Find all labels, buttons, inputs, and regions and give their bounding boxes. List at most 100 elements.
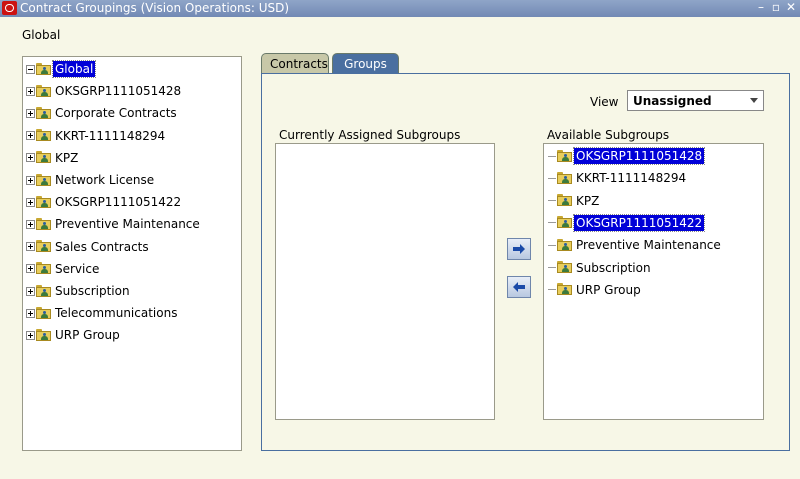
view-label: View — [590, 95, 619, 109]
expand-icon[interactable] — [26, 86, 35, 96]
tree-line — [548, 267, 556, 268]
tree-node[interactable]: Network License — [26, 170, 156, 190]
available-subgroups-list[interactable]: OKSGRP1111051428 KKRT-1111148294 KPZ OKSGRP… — [543, 143, 764, 420]
window-title: Contract Groupings (Vision Operations: U… — [20, 1, 290, 15]
oracle-logo-icon — [2, 1, 17, 15]
expand-icon[interactable] — [26, 175, 35, 185]
tree-node[interactable]: Subscription — [26, 281, 132, 301]
group-folder-icon — [557, 216, 572, 229]
unassign-button[interactable] — [507, 276, 531, 298]
expand-icon[interactable] — [26, 219, 35, 229]
collapse-icon[interactable] — [26, 64, 35, 74]
tree-node-label: Network License — [55, 173, 155, 187]
tab-label: Contracts — [270, 57, 328, 71]
group-folder-icon — [557, 238, 572, 252]
tree-line — [548, 155, 556, 157]
group-folder-icon — [36, 306, 51, 320]
list-item[interactable]: KKRT-1111148294 — [548, 168, 688, 188]
tree-line — [548, 177, 556, 179]
tab-label: Groups — [344, 57, 387, 71]
group-folder-icon — [36, 262, 51, 275]
group-folder-icon — [36, 84, 51, 98]
group-folder-icon — [557, 171, 572, 185]
list-item[interactable]: URP Group — [548, 280, 643, 300]
tree-node[interactable]: Telecommunications — [26, 303, 179, 323]
list-item[interactable]: KPZ — [548, 191, 601, 211]
list-item[interactable]: OKSGRP1111051428 — [548, 146, 706, 166]
list-item-label: KPZ — [576, 193, 600, 208]
tree-line — [548, 222, 556, 224]
tree-line — [548, 200, 556, 202]
title-bar: Contract Groupings (Vision Operations: U… — [0, 0, 800, 17]
tree-node-label: KKRT-1111148294 — [55, 128, 166, 143]
tree-node[interactable]: KKRT-1111148294 — [26, 126, 167, 146]
groupings-tree[interactable]: Global OKSGRP1111051428 Corporate Contract… — [22, 56, 242, 451]
list-item-label: OKSGRP1111051428 — [572, 147, 706, 165]
tree-node[interactable]: URP Group — [26, 325, 122, 345]
expand-icon[interactable] — [26, 153, 35, 163]
expand-icon[interactable] — [26, 286, 35, 296]
context-label: Global — [22, 28, 61, 42]
expand-icon[interactable] — [26, 197, 35, 207]
view-select[interactable]: Unassigned — [627, 90, 764, 111]
minimize-icon[interactable]: – — [755, 0, 767, 14]
tree-node-label: Preventive Maintenance — [55, 217, 200, 232]
group-folder-icon — [36, 195, 51, 209]
tree-node[interactable]: Service — [26, 259, 101, 279]
group-folder-icon — [36, 173, 51, 187]
arrow-right-icon — [513, 244, 525, 254]
maximize-icon[interactable]: ▫ — [770, 0, 782, 14]
group-folder-icon — [557, 149, 572, 163]
list-item-label: Subscription — [576, 260, 651, 275]
tree-node[interactable]: KPZ — [26, 148, 80, 168]
arrow-left-icon — [513, 282, 525, 292]
expand-icon[interactable] — [26, 264, 35, 274]
tab-contracts[interactable]: Contracts — [261, 53, 329, 74]
available-subgroups-label: Available Subgroups — [547, 128, 670, 142]
list-item[interactable]: Subscription — [548, 258, 653, 278]
tree-node[interactable]: OKSGRP1111051422 — [26, 192, 183, 212]
group-folder-icon — [36, 129, 51, 142]
tree-line — [548, 289, 556, 291]
tree-node[interactable]: Preventive Maintenance — [26, 214, 202, 234]
expand-icon[interactable] — [26, 108, 35, 118]
expand-icon[interactable] — [26, 131, 35, 141]
tree-node-label: Subscription — [55, 284, 130, 298]
tree-node-label: KPZ — [55, 150, 79, 165]
window-controls: – ▫ ✕ — [755, 0, 797, 14]
assigned-subgroups-list[interactable] — [275, 143, 495, 420]
tree-node[interactable]: Sales Contracts — [26, 237, 151, 257]
tree-node-label: OKSGRP1111051428 — [55, 84, 182, 99]
group-folder-icon — [36, 217, 51, 231]
tree-node-label: Sales Contracts — [55, 239, 149, 254]
group-folder-icon — [36, 284, 51, 298]
tree-node-label: Global — [51, 60, 97, 78]
expand-icon[interactable] — [26, 308, 35, 318]
group-folder-icon — [557, 194, 572, 207]
view-select-value: Unassigned — [633, 93, 712, 108]
list-item[interactable]: OKSGRP1111051422 — [548, 213, 706, 233]
tree-node-label: Service — [55, 261, 100, 276]
list-item-label: OKSGRP1111051422 — [572, 213, 706, 232]
close-icon[interactable]: ✕ — [785, 0, 797, 14]
assigned-subgroups-label: Currently Assigned Subgroups — [279, 128, 461, 142]
chevron-down-icon — [750, 98, 758, 103]
group-folder-icon — [36, 328, 51, 342]
group-folder-icon — [36, 62, 51, 76]
group-folder-icon — [36, 106, 51, 120]
tree-node-label: URP Group — [55, 328, 120, 343]
assign-button[interactable] — [507, 238, 531, 260]
tree-node[interactable]: Corporate Contracts — [26, 103, 179, 123]
group-folder-icon — [36, 151, 51, 164]
tree-node-label: Corporate Contracts — [55, 106, 177, 121]
list-item-label: Preventive Maintenance — [576, 238, 721, 253]
list-item-label: KKRT-1111148294 — [576, 171, 687, 186]
tree-line — [548, 244, 556, 246]
tree-node-label: Telecommunications — [55, 306, 178, 321]
list-item[interactable]: Preventive Maintenance — [548, 235, 723, 255]
tree-node[interactable]: OKSGRP1111051428 — [26, 81, 183, 101]
tree-node[interactable]: Global — [26, 59, 97, 79]
expand-icon[interactable] — [26, 242, 35, 252]
expand-icon[interactable] — [26, 330, 35, 340]
tab-groups[interactable]: Groups — [332, 53, 399, 74]
